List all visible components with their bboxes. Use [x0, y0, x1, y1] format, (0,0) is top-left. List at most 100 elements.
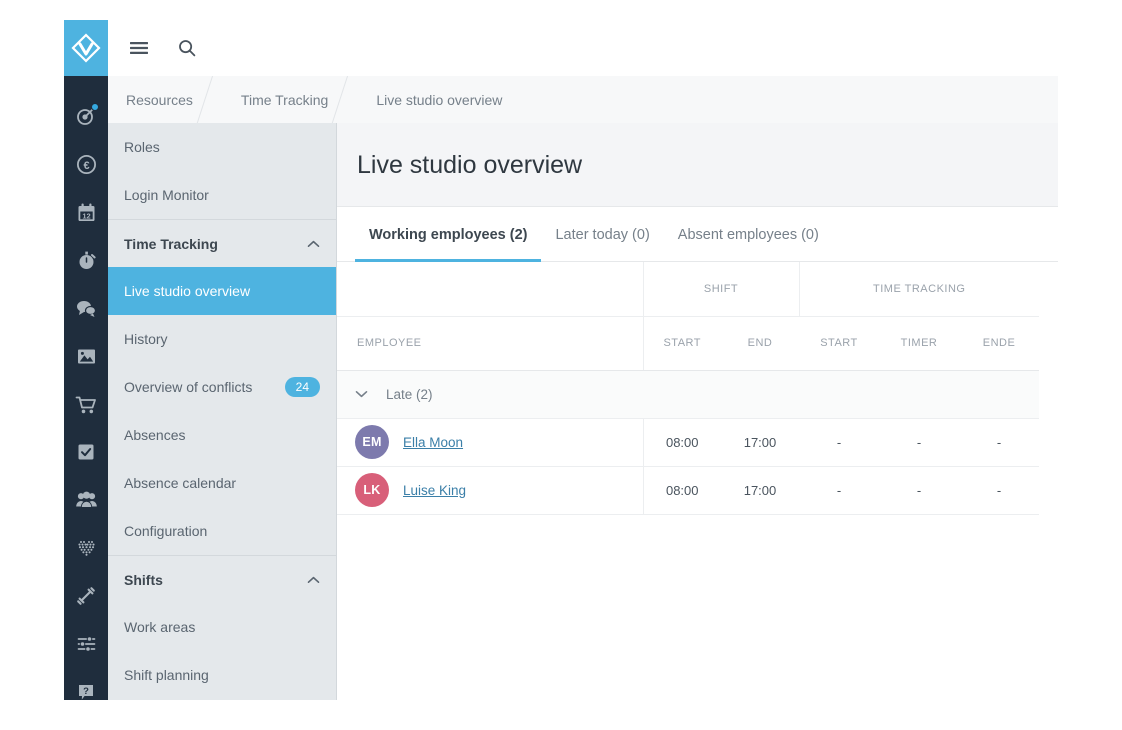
main-content: Live studio overview Working employees (…: [337, 123, 1058, 700]
sidebar-item-roles[interactable]: Roles: [108, 123, 336, 171]
chevron-down-icon[interactable]: [355, 390, 368, 398]
shift-end-cell: 17:00: [721, 418, 799, 466]
sidebar-item-absences[interactable]: Absences: [108, 411, 336, 459]
sidebar-item-history[interactable]: History: [108, 315, 336, 363]
image-icon: [76, 346, 97, 367]
rail-item-shop[interactable]: [64, 380, 108, 428]
employees-table: SHIFT TIME TRACKING EMPLOYEE START END S…: [337, 262, 1039, 515]
rail-item-media[interactable]: [64, 332, 108, 380]
rail-item-messages[interactable]: [64, 284, 108, 332]
app-logo[interactable]: [64, 20, 108, 76]
tab-label: Working employees (2): [369, 227, 527, 243]
sidebar-menu: Roles Login Monitor Time Tracking Live s…: [108, 123, 337, 700]
sidebar-item-live-studio-overview[interactable]: Live studio overview: [108, 267, 336, 315]
employee-name-link[interactable]: Luise King: [403, 483, 466, 498]
breadcrumb-item-resources[interactable]: Resources: [108, 76, 215, 123]
conflicts-count-badge: 24: [285, 377, 320, 397]
calendar-12-icon: 12: [76, 202, 97, 223]
column-header-tt-ende[interactable]: ENDE: [959, 316, 1039, 370]
sidebar-item-shift-planning[interactable]: Shift planning: [108, 651, 336, 699]
column-header-employee[interactable]: EMPLOYEE: [337, 316, 643, 370]
tt-start-cell: -: [799, 418, 879, 466]
tab-absent-employees[interactable]: Absent employees (0): [664, 207, 833, 262]
rail-item-timetracking[interactable]: [64, 236, 108, 284]
menu-toggle-button[interactable]: [126, 35, 152, 61]
table-row[interactable]: EM Ella Moon 08:00 17:00 - - -: [337, 418, 1039, 466]
rail-item-training[interactable]: [64, 572, 108, 620]
sidebar-item-label: Live studio overview: [124, 283, 250, 299]
sidebar-item-login-monitor[interactable]: Login Monitor: [108, 171, 336, 219]
tab-later-today[interactable]: Later today (0): [541, 207, 663, 262]
diamond-logo-icon: [71, 33, 101, 63]
group-row-label: Late (2): [386, 387, 433, 402]
people-group-icon: [75, 490, 98, 510]
avatar: EM: [355, 425, 389, 459]
tab-working-employees[interactable]: Working employees (2): [355, 207, 541, 262]
sidebar-item-work-areas[interactable]: Work areas: [108, 603, 336, 651]
tt-timer-cell: -: [879, 466, 959, 514]
search-button[interactable]: [174, 35, 200, 61]
rail-icon-list: € 12: [64, 76, 108, 716]
sidebar-item-label: Login Monitor: [124, 187, 209, 203]
breadcrumb-label: Resources: [126, 92, 193, 108]
breadcrumb: Resources Time Tracking Live studio over…: [108, 76, 1058, 123]
chevron-up-icon: [307, 576, 320, 584]
sidebar-item-label: Configuration: [124, 523, 207, 539]
dumbbell-icon: [75, 585, 97, 607]
sidebar-group-label: Shifts: [124, 572, 163, 588]
employee-cell: LK Luise King: [337, 466, 643, 514]
hamburger-icon: [130, 41, 148, 55]
rail-item-tasks[interactable]: [64, 428, 108, 476]
sidebar-item-label: Work areas: [124, 619, 195, 635]
column-header-tt-start[interactable]: START: [799, 316, 879, 370]
page-title: Live studio overview: [357, 151, 1038, 180]
column-header-shift-start[interactable]: START: [643, 316, 721, 370]
tab-label: Later today (0): [555, 227, 649, 243]
table-group-row-late[interactable]: Late (2): [337, 370, 1039, 418]
rail-item-settings[interactable]: [64, 620, 108, 668]
table-row[interactable]: LK Luise King 08:00 17:00 - - -: [337, 466, 1039, 514]
svg-text:?: ?: [83, 686, 89, 697]
sidebar-group-label: Time Tracking: [124, 236, 218, 252]
column-header-shift-end[interactable]: END: [721, 316, 799, 370]
table-group-header-row: SHIFT TIME TRACKING: [337, 262, 1039, 316]
tt-ende-cell: -: [959, 466, 1039, 514]
rail-item-dashboard[interactable]: [64, 92, 108, 140]
shift-end-cell: 17:00: [721, 466, 799, 514]
tt-start-cell: -: [799, 466, 879, 514]
sliders-icon: [76, 634, 97, 654]
sidebar-group-time-tracking[interactable]: Time Tracking: [108, 219, 336, 267]
sidebar-item-label: History: [124, 331, 168, 347]
tab-bar: Working employees (2) Later today (0) Ab…: [337, 207, 1058, 262]
tt-timer-cell: -: [879, 418, 959, 466]
rail-item-help[interactable]: ?: [64, 668, 108, 716]
rail-item-health[interactable]: [64, 524, 108, 572]
breadcrumb-label: Time Tracking: [241, 92, 328, 108]
sidebar-item-absence-calendar[interactable]: Absence calendar: [108, 459, 336, 507]
column-header-tt-timer[interactable]: TIMER: [879, 316, 959, 370]
rail-item-calendar[interactable]: 12: [64, 188, 108, 236]
sidebar-item-configuration[interactable]: Configuration: [108, 507, 336, 555]
sidebar-group-shifts[interactable]: Shifts: [108, 555, 336, 603]
page-header: Live studio overview: [337, 123, 1058, 207]
avatar: LK: [355, 473, 389, 507]
search-icon: [178, 39, 196, 57]
top-bar: [108, 20, 1058, 76]
table-column-header-row: EMPLOYEE START END START TIMER ENDE: [337, 316, 1039, 370]
checkbox-check-icon: [76, 442, 96, 462]
breadcrumb-item-time-tracking[interactable]: Time Tracking: [215, 76, 350, 123]
chevron-up-icon: [307, 240, 320, 248]
group-row-cell: Late (2): [337, 370, 1039, 418]
employee-name-link[interactable]: Ella Moon: [403, 435, 463, 450]
app-window: € 12: [64, 20, 1058, 700]
sidebar-item-overview-of-conflicts[interactable]: Overview of conflicts 24: [108, 363, 336, 411]
sidebar-item-label: Roles: [124, 139, 160, 155]
shopping-cart-icon: [75, 394, 97, 415]
sidebar-item-label: Shift planning: [124, 667, 209, 683]
svg-text:12: 12: [82, 211, 90, 220]
breadcrumb-item-live-studio-overview[interactable]: Live studio overview: [350, 76, 524, 123]
employee-cell: EM Ella Moon: [337, 418, 643, 466]
sidebar-item-label: Absence calendar: [124, 475, 236, 491]
rail-item-members[interactable]: [64, 476, 108, 524]
rail-item-finance[interactable]: €: [64, 140, 108, 188]
